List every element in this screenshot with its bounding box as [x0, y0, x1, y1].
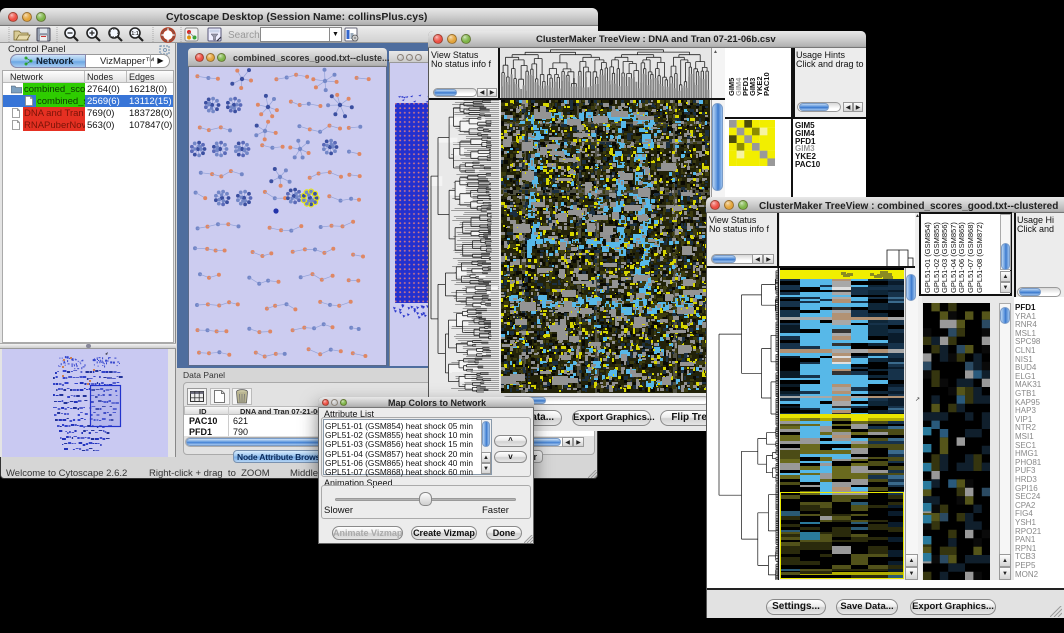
- svg-text:1:1: 1:1: [131, 31, 138, 37]
